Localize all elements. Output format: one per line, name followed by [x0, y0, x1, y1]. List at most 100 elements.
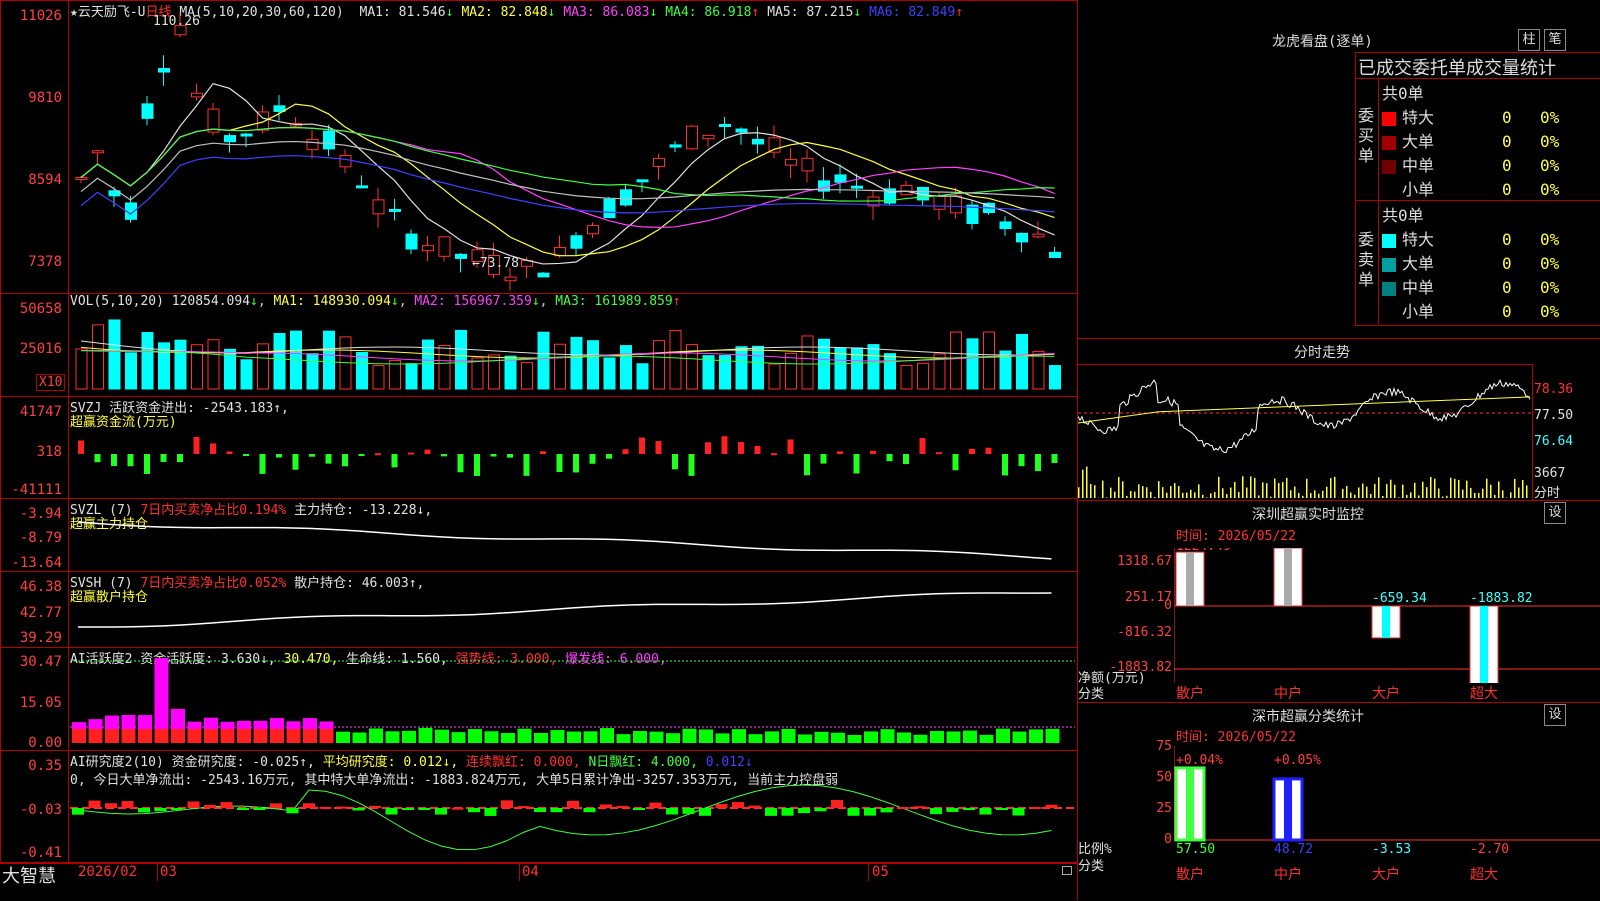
row-name: 小单 [1402, 176, 1502, 200]
active-bar [980, 735, 994, 743]
research-bar [386, 808, 398, 815]
ratio-change: +0.05% [1274, 753, 1321, 768]
research-bar [963, 808, 975, 810]
ai-research-chart[interactable] [70, 760, 1075, 860]
tick-volume-bar [1398, 497, 1400, 498]
row-percent: 0% [1540, 108, 1559, 127]
tick-volume-bar [1518, 487, 1520, 498]
tick-volume-bar [1306, 479, 1308, 498]
research-bar [716, 804, 728, 808]
lock-icon[interactable] [1062, 866, 1072, 875]
tick-volume-bar [1514, 479, 1516, 498]
svzl-line[interactable] [70, 500, 1075, 570]
net-bar-value: 1224.49 [1176, 548, 1231, 554]
monitor-settings-button[interactable]: 设 [1544, 502, 1566, 524]
active-bar [468, 729, 482, 743]
air-y2: -0.41 [0, 845, 62, 861]
volume-bar [274, 334, 285, 389]
row-value: 0 [1502, 156, 1540, 175]
tick-volume-bar [1442, 497, 1444, 498]
research-bar [881, 808, 893, 812]
color-swatch [1382, 184, 1396, 198]
tick-volume-bar [1126, 496, 1128, 498]
svsh-line[interactable] [70, 572, 1075, 646]
column-view-button[interactable]: 柱 [1518, 29, 1540, 51]
candle [720, 125, 731, 127]
research-bar [1046, 805, 1058, 808]
row-percent: 0% [1540, 230, 1559, 249]
tick-volume-bar [1354, 495, 1356, 498]
monitor-cat: 超大 [1470, 683, 1498, 703]
ratio-bar-core [1284, 779, 1292, 840]
net-bar-core [1284, 548, 1292, 606]
active-bar [666, 733, 680, 743]
active-bar-base [204, 729, 218, 743]
research-bar [567, 801, 579, 808]
tick-view-button[interactable]: 笔 [1544, 29, 1566, 51]
ai-active-bars[interactable] [70, 655, 1075, 749]
fenshi-chart[interactable] [1078, 365, 1532, 499]
classify-settings-button[interactable]: 设 [1544, 704, 1566, 726]
active-bar [1013, 732, 1027, 743]
volume-bar [604, 358, 615, 389]
active-bar-base [89, 729, 103, 743]
candle [538, 273, 549, 277]
active-bar [518, 729, 532, 743]
tick-volume-bar [1242, 476, 1244, 498]
row-name: 小单 [1402, 298, 1502, 322]
tick-volume-bar [1422, 482, 1424, 498]
active-bar [435, 730, 449, 743]
research-bar [897, 807, 909, 809]
monitor-chart[interactable]: 1224.491318.67-659.34-1883.82 [1174, 548, 1600, 683]
active-bar [567, 732, 581, 743]
candlestick-chart[interactable] [70, 10, 1075, 292]
research-bar [303, 803, 315, 808]
brand-logo[interactable]: 大智慧 [2, 862, 56, 888]
active-bar [848, 735, 862, 743]
tick-volume-bar [1286, 478, 1288, 498]
tick-volume-bar [1250, 476, 1252, 498]
candle [390, 209, 401, 211]
row-name: 中单 [1402, 152, 1502, 176]
candle [703, 135, 714, 138]
tick-volume-bar [1502, 490, 1504, 498]
svsh-y0: 46.38 [0, 579, 62, 595]
net-bar-core [1382, 606, 1390, 638]
volume-bar [1017, 334, 1028, 389]
tick-volume-bar [1082, 470, 1084, 498]
candle [192, 93, 203, 97]
tick-volume-bar [1274, 479, 1276, 498]
active-bar [749, 734, 763, 743]
row-name: 大单 [1402, 128, 1502, 152]
volume-bar [357, 353, 368, 389]
active-bar [683, 729, 697, 743]
research-bar [122, 801, 134, 808]
flow-bar [969, 449, 975, 454]
classify-chart[interactable]: +0.04%57.50+0.05%48.72-3.53-2.70 [1174, 746, 1600, 866]
tick-volume-bar [1218, 477, 1220, 498]
flow-bar [326, 454, 332, 464]
tick-volume-bar [1430, 477, 1432, 498]
buy-side-label: 委买单 [1358, 106, 1376, 166]
research-bar [666, 808, 678, 814]
active-bar [947, 731, 961, 743]
research-bar [518, 806, 530, 808]
research-bar [584, 808, 596, 812]
flow-bar [243, 454, 249, 456]
ratio-bar-core [1186, 768, 1194, 840]
volume-bar [456, 330, 467, 389]
stats-tabs[interactable]: 已成交委托单成交量统计 [1358, 54, 1556, 80]
research-bar [237, 808, 249, 810]
fenshi-title: 分时走势 [1294, 342, 1350, 362]
active-bar [402, 731, 416, 743]
active-bar-base [270, 729, 284, 743]
flow-bar [342, 454, 348, 466]
tick-volume-bar [1358, 488, 1360, 498]
volume-bar [373, 366, 384, 389]
svzj-bars[interactable] [70, 420, 1075, 495]
research-bar [831, 800, 843, 808]
flow-bar [1035, 454, 1041, 471]
volume-bars[interactable] [70, 305, 1075, 395]
tick-volume-bar [1134, 492, 1136, 498]
monitor-border [1077, 500, 1600, 501]
